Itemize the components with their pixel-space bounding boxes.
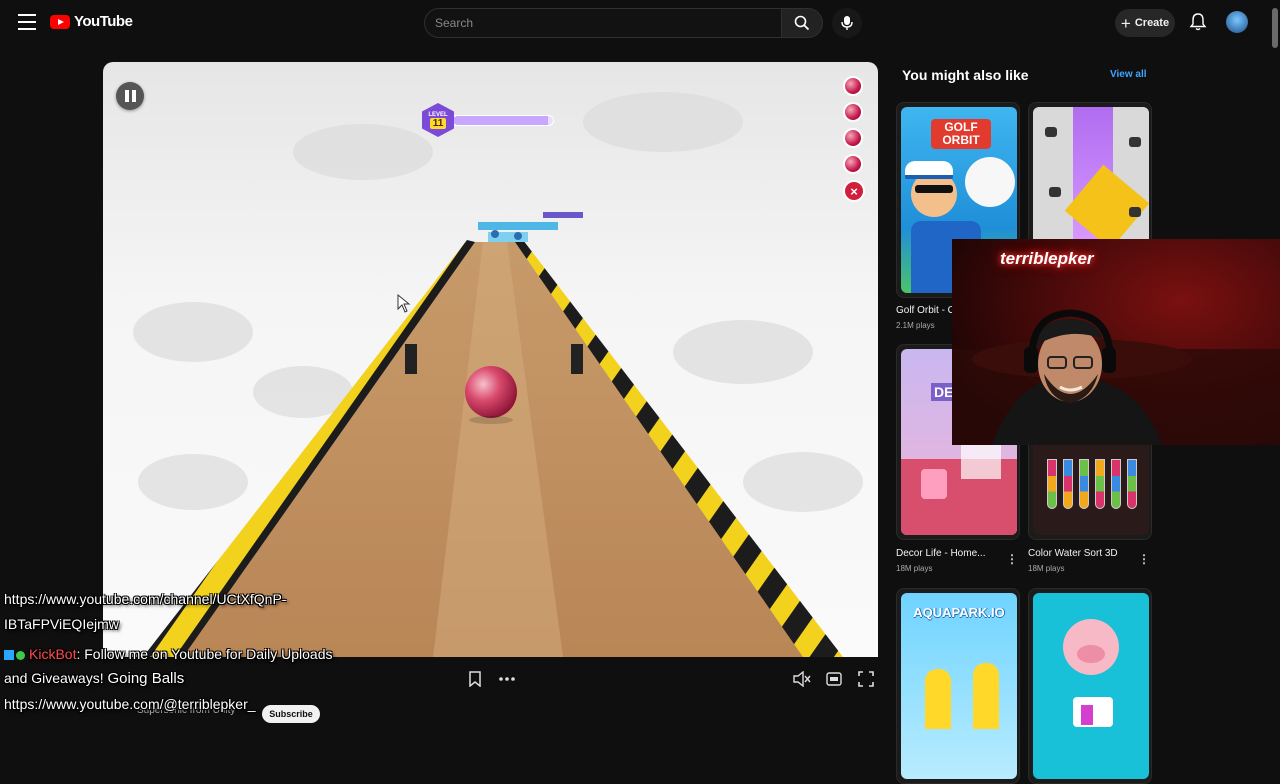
game-title[interactable]: Decor Life - Home... xyxy=(896,548,1006,559)
mute-icon[interactable] xyxy=(792,669,812,689)
game-title[interactable]: Golf Orbit - Or xyxy=(896,305,956,316)
game-thumbnail xyxy=(1033,593,1149,779)
level-badge: LEVEL 11 xyxy=(422,103,454,137)
lives-column: × xyxy=(843,76,865,202)
bookmark-icon[interactable] xyxy=(465,669,485,689)
account-avatar[interactable] xyxy=(1226,11,1248,33)
life-ball xyxy=(843,76,863,96)
top-bar: YouTube Search + Create xyxy=(0,0,1280,46)
scrollbar-thumb[interactable] xyxy=(1272,8,1278,48)
game-scene xyxy=(133,92,863,657)
create-label: Create xyxy=(1134,17,1170,29)
microphone-icon xyxy=(841,16,853,30)
youtube-play-icon xyxy=(50,14,70,29)
youtube-logo[interactable]: YouTube xyxy=(50,13,133,30)
channel-url-line-2: IBTaFPViEQIejmw xyxy=(4,616,119,632)
notifications-bell-icon[interactable] xyxy=(1188,12,1208,32)
more-vertical-icon[interactable]: ⋮ xyxy=(1138,552,1150,566)
close-icon[interactable]: × xyxy=(843,180,865,202)
game-plays: 18M plays xyxy=(1028,564,1065,573)
kick-icon xyxy=(4,650,14,661)
life-ball xyxy=(843,128,863,148)
more-vertical-icon[interactable]: ⋮ xyxy=(1006,552,1018,566)
mouse-cursor xyxy=(397,293,411,313)
life-ball xyxy=(843,102,863,122)
game-title[interactable]: Color Water Sort 3D xyxy=(1028,548,1138,559)
thumbnail-title: AQUAPARK.IO xyxy=(913,605,1005,620)
player-ball xyxy=(465,366,517,418)
view-all-link[interactable]: View all xyxy=(1110,69,1147,80)
chat-text: : Follow me on Youtube for Daily Uploads xyxy=(76,646,333,662)
plus-icon: + xyxy=(1120,13,1131,33)
game-thumbnail: AQUAPARK.IO xyxy=(901,593,1017,779)
webcam-scene xyxy=(952,239,1280,445)
level-indicator: LEVEL 11 xyxy=(422,103,554,137)
level-progress-bar xyxy=(452,115,554,126)
chat-message-continued: and Giveaways! Going Balls xyxy=(4,670,184,687)
player-controls xyxy=(103,657,878,701)
level-number: 11 xyxy=(429,117,447,129)
chat-text-continued: and Giveaways! xyxy=(4,670,104,686)
game-card-pig[interactable] xyxy=(1028,588,1152,784)
channel-url-line-3: https://www.youtube.com/@terriblepker_ xyxy=(4,696,256,712)
streamer-webcam: terriblepker xyxy=(952,239,1280,445)
life-ball xyxy=(843,154,863,174)
subscribe-button[interactable]: Subscribe xyxy=(262,705,320,723)
level-label: LEVEL xyxy=(428,111,448,118)
more-options-icon[interactable] xyxy=(497,669,517,689)
game-canvas[interactable] xyxy=(103,62,878,657)
voice-search-button[interactable] xyxy=(832,8,862,38)
recommendations-title: You might also like xyxy=(902,67,1029,83)
search-input[interactable]: Search xyxy=(424,8,782,38)
game-plays: 18M plays xyxy=(896,564,933,573)
game-title-overlay: Going Balls xyxy=(107,670,185,687)
game-card-aquapark[interactable]: AQUAPARK.IO xyxy=(896,588,1020,784)
theater-mode-icon[interactable] xyxy=(824,669,844,689)
search-button[interactable] xyxy=(781,8,823,38)
menu-icon[interactable] xyxy=(18,14,36,30)
pause-button[interactable] xyxy=(116,82,144,110)
channel-url-line-1: https://www.youtube.com/channel/UCtXfQnP… xyxy=(4,591,287,607)
verified-check-icon xyxy=(16,650,25,660)
thumbnail-title: GOLF ORBIT xyxy=(931,119,991,150)
search-icon xyxy=(794,15,810,31)
chat-message: KickBot: Follow me on Youtube for Daily … xyxy=(4,646,333,662)
neon-sign-text: terriblepker xyxy=(1000,249,1094,268)
game-plays: 2.1M plays xyxy=(896,321,935,330)
create-button[interactable]: + Create xyxy=(1115,9,1175,37)
brand-name: YouTube xyxy=(74,13,133,30)
chat-username: KickBot xyxy=(29,646,77,662)
fullscreen-icon[interactable] xyxy=(856,669,876,689)
distant-obstacles xyxy=(478,212,583,242)
